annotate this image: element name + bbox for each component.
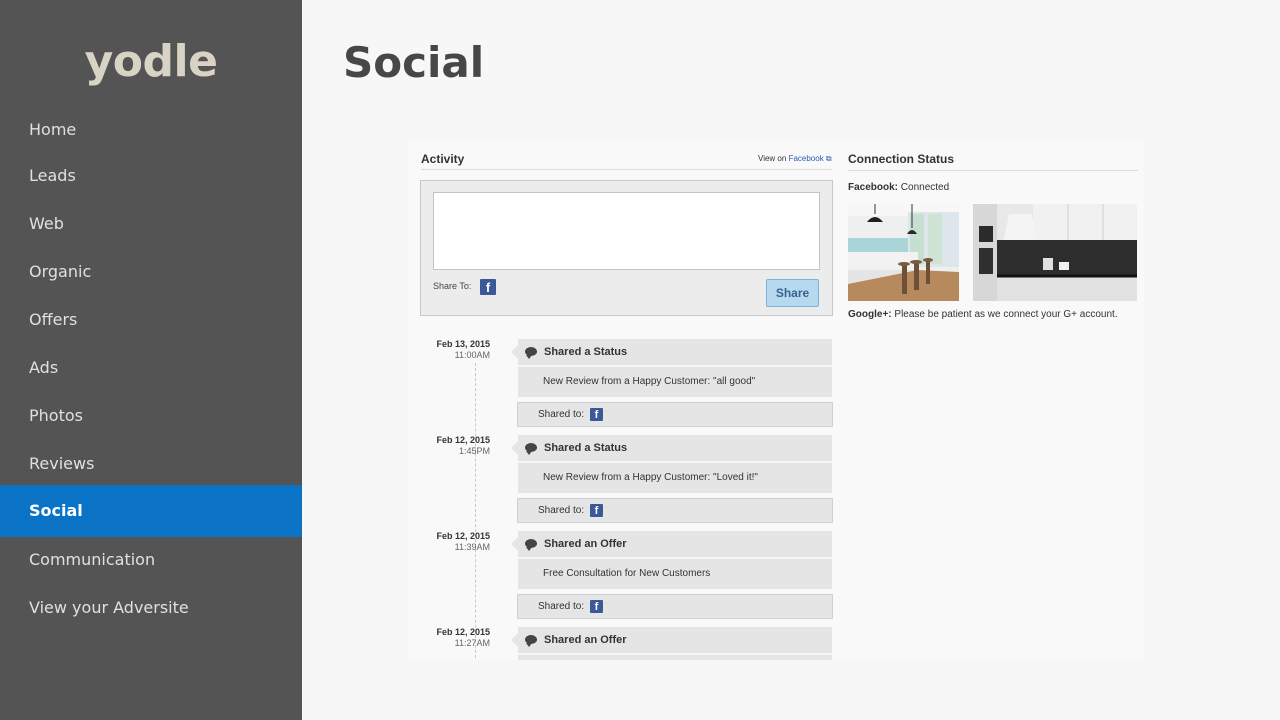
divider: [421, 169, 832, 170]
post-header: Shared a Status: [511, 435, 832, 461]
speech-bubble-icon: [525, 347, 537, 359]
external-link-icon: ⧉: [823, 154, 832, 163]
post-date-text: Feb 13, 2015: [436, 339, 490, 349]
nav-item-social[interactable]: Social: [0, 485, 302, 537]
post-date: Feb 12, 2015 11:27AM: [428, 627, 490, 649]
google-plus-status: Google+: Please be patient as we connect…: [848, 309, 1118, 320]
speech-bubble-icon: [525, 539, 537, 551]
post-content: New Review from a Happy Customer: "Loved…: [518, 462, 832, 493]
facebook-icon[interactable]: f: [589, 407, 603, 421]
nav-item-reviews[interactable]: Reviews: [0, 438, 302, 490]
nav-item-view-adversite[interactable]: View your Adversite: [0, 582, 302, 634]
post-date-text: Feb 12, 2015: [436, 435, 490, 445]
share-to-label: Share To:: [433, 281, 472, 291]
view-on-facebook-link[interactable]: Facebook: [789, 154, 824, 163]
kitchen-photo-2-art: [973, 204, 1137, 301]
kitchen-photo-1: [848, 204, 959, 301]
post-date-text: Feb 12, 2015: [436, 627, 490, 637]
nav-item-photos[interactable]: Photos: [0, 390, 302, 442]
post-content: New Review from a Happy Customer: "all g…: [518, 366, 832, 397]
divider: [848, 170, 1138, 171]
kitchen-photo-1-art: [848, 204, 959, 301]
post-header: Shared an Offer: [511, 627, 832, 653]
nav-item-home[interactable]: Home: [0, 104, 302, 156]
facebook-icon[interactable]: f: [589, 599, 603, 613]
post-composer: Share To: f Share: [420, 180, 833, 316]
post-type: Shared an Offer: [544, 538, 627, 550]
nav-item-offers[interactable]: Offers: [0, 294, 302, 346]
post-content: [518, 654, 832, 660]
post-shared-to: Shared to: f: [517, 402, 833, 427]
post-date: Feb 12, 2015 1:45PM: [428, 435, 490, 457]
view-on-prefix: View on: [758, 154, 787, 163]
post-header: Shared an Offer: [511, 531, 832, 557]
view-on-facebook: View on Facebook ⧉: [758, 154, 832, 164]
post-date: Feb 13, 2015 11:00AM: [428, 339, 490, 361]
kitchen-photo-2: [973, 204, 1137, 301]
post-date: Feb 12, 2015 11:39AM: [428, 531, 490, 553]
speech-bubble-icon: [525, 443, 537, 455]
google-plus-status-label: Google+:: [848, 309, 892, 320]
post-time: 1:45PM: [458, 446, 490, 456]
post-time: 11:00AM: [454, 350, 490, 360]
facebook-status: Facebook: Connected: [848, 182, 949, 193]
post-content: Free Consultation for New Customers: [518, 558, 832, 589]
post-time: 11:39AM: [454, 542, 490, 552]
sidebar: yodle Home Leads Web Organic Offers Ads …: [0, 0, 302, 720]
social-panel: Activity View on Facebook ⧉ Share To: f …: [408, 141, 1144, 660]
connection-status-title: Connection Status: [848, 152, 955, 166]
logo[interactable]: yodle: [0, 36, 302, 87]
nav-item-organic[interactable]: Organic: [0, 246, 302, 298]
post-textarea[interactable]: [433, 192, 820, 270]
facebook-status-value: Connected: [900, 182, 950, 193]
post-type: Shared an Offer: [544, 634, 627, 646]
facebook-status-label: Facebook:: [848, 182, 899, 193]
nav-item-communication[interactable]: Communication: [0, 534, 302, 586]
post-date-text: Feb 12, 2015: [436, 531, 490, 541]
post-shared-to: Shared to: f: [517, 594, 833, 619]
facebook-icon[interactable]: f: [480, 279, 496, 295]
activity-title: Activity: [421, 152, 465, 166]
nav-item-web[interactable]: Web: [0, 198, 302, 250]
page-title: Social: [343, 38, 485, 87]
facebook-icon[interactable]: f: [589, 503, 603, 517]
speech-bubble-icon: [525, 635, 537, 647]
shared-to-label: Shared to:: [538, 505, 585, 516]
post-type: Shared a Status: [544, 346, 628, 358]
google-plus-status-value: Please be patient as we connect your G+ …: [894, 309, 1118, 320]
post-header: Shared a Status: [511, 339, 832, 365]
post-time: 11:27AM: [454, 638, 490, 648]
nav-item-leads[interactable]: Leads: [0, 150, 302, 202]
share-button[interactable]: Share: [766, 279, 819, 307]
nav-item-ads[interactable]: Ads: [0, 342, 302, 394]
post-type: Shared a Status: [544, 442, 628, 454]
shared-to-label: Shared to:: [538, 409, 585, 420]
post-shared-to: Shared to: f: [517, 498, 833, 523]
shared-to-label: Shared to:: [538, 601, 585, 612]
timeline-line: [475, 363, 476, 660]
